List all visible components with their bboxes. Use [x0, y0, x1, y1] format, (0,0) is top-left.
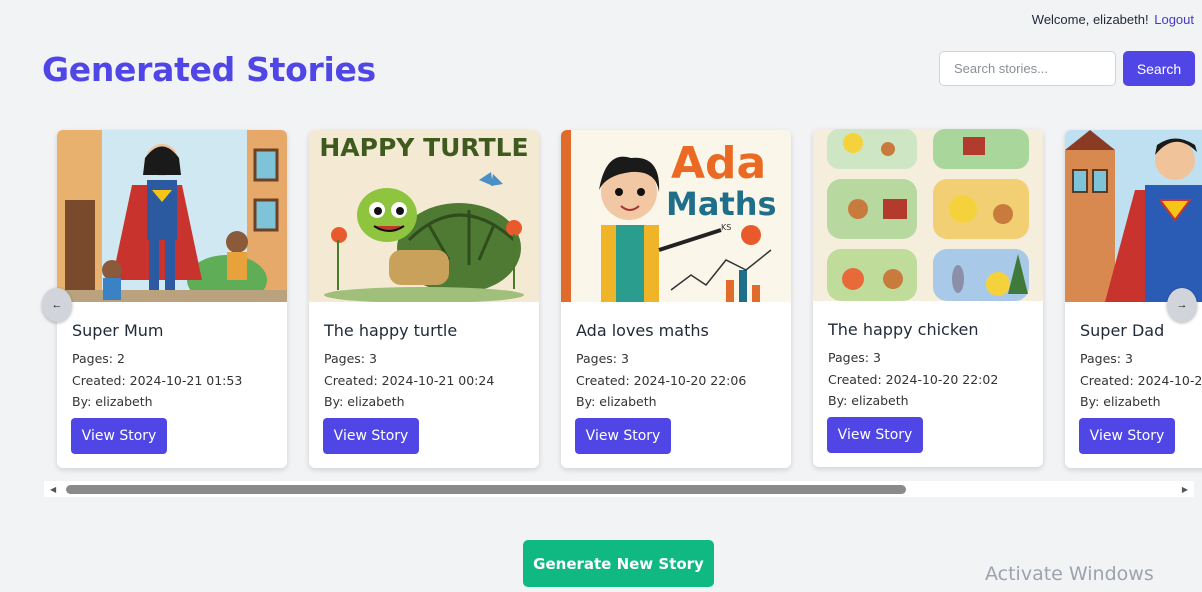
activate-windows-watermark: Activate Windows [985, 563, 1154, 585]
scroll-right-icon[interactable]: ▶ [1182, 485, 1188, 494]
search-button[interactable]: Search [1123, 51, 1195, 86]
story-author: By: elizabeth [1080, 394, 1161, 409]
story-author: By: elizabeth [324, 394, 405, 409]
page-title: Generated Stories [42, 50, 376, 89]
story-author: By: elizabeth [72, 394, 153, 409]
view-story-button[interactable]: View Story [71, 418, 167, 454]
horizontal-scrollbar[interactable]: ◀ ▶ [44, 481, 1194, 497]
story-pages: Pages: 2 [72, 351, 125, 366]
logout-link[interactable]: Logout [1154, 12, 1194, 27]
story-title: Super Mum [72, 321, 164, 340]
story-author: By: elizabeth [828, 393, 909, 408]
carousel-prev-button[interactable]: ← [42, 288, 72, 322]
story-created: Created: 2024-10-20 [1080, 373, 1202, 388]
story-title: Super Dad [1080, 321, 1165, 340]
story-card: The happy chicken Pages: 3 Created: 2024… [813, 129, 1043, 467]
ada-cover-text-1: Ada [671, 138, 766, 189]
story-cover-image: Ada Maths KS [561, 130, 791, 302]
story-pages: Pages: 3 [576, 351, 629, 366]
story-created: Created: 2024-10-21 00:24 [324, 373, 495, 388]
story-carousel[interactable]: Super Mum Pages: 2 Created: 2024-10-21 0… [0, 120, 1202, 480]
story-card: Super Mum Pages: 2 Created: 2024-10-21 0… [57, 130, 287, 468]
story-card: Ada Maths KS Ada loves maths Pages: 3 Cr… [561, 130, 791, 468]
scroll-left-icon[interactable]: ◀ [50, 485, 56, 494]
story-title: The happy turtle [324, 321, 458, 340]
view-story-button[interactable]: View Story [827, 417, 923, 453]
story-title: The happy chicken [828, 320, 979, 339]
search-input[interactable] [939, 51, 1116, 86]
carousel-next-button[interactable]: → [1167, 288, 1197, 322]
ada-cover-text-3: KS [721, 223, 731, 232]
story-pages: Pages: 3 [324, 351, 377, 366]
arrow-left-icon: ← [51, 299, 63, 311]
story-pages: Pages: 3 [828, 350, 881, 365]
story-cover-image: HAPPY TURTLE [309, 130, 539, 302]
ada-cover-text-2: Maths [666, 185, 777, 223]
story-created: Created: 2024-10-21 01:53 [72, 373, 243, 388]
arrow-right-icon: → [1176, 299, 1188, 311]
story-title: Ada loves maths [576, 321, 709, 340]
scrollbar-thumb[interactable] [66, 485, 906, 494]
story-cover-image [813, 129, 1043, 301]
story-created: Created: 2024-10-20 22:02 [828, 372, 999, 387]
generate-new-story-button[interactable]: Generate New Story [523, 540, 714, 587]
story-author: By: elizabeth [576, 394, 657, 409]
story-cover-image [57, 130, 287, 302]
story-card: HAPPY TURTLE The happy turtle Pages: 3 C… [309, 130, 539, 468]
story-created: Created: 2024-10-20 22:06 [576, 373, 747, 388]
story-cover-image [1065, 130, 1202, 302]
turtle-cover-text: HAPPY TURTLE [319, 133, 528, 162]
story-pages: Pages: 3 [1080, 351, 1133, 366]
view-story-button[interactable]: View Story [323, 418, 419, 454]
view-story-button[interactable]: View Story [1079, 418, 1175, 454]
user-bar: Welcome, elizabeth! Logout [1032, 12, 1194, 27]
view-story-button[interactable]: View Story [575, 418, 671, 454]
welcome-text: Welcome, elizabeth! [1031, 12, 1149, 27]
